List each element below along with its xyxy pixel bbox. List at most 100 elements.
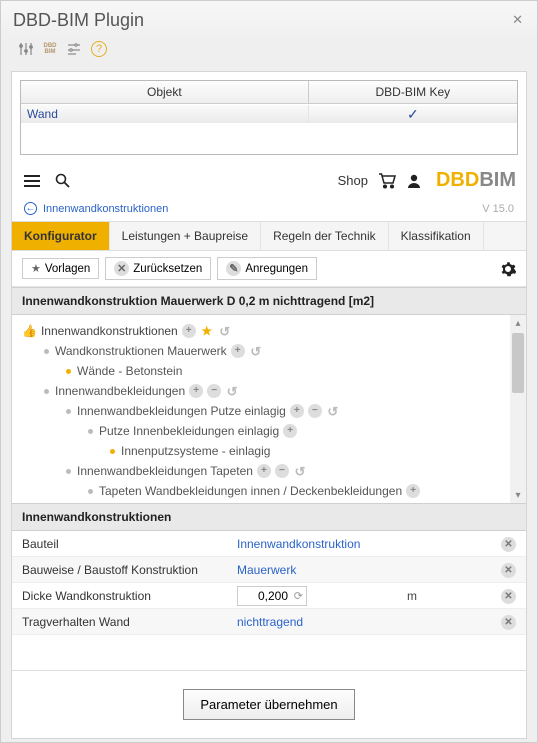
delete-icon[interactable]: ✕ — [501, 563, 516, 578]
param-value[interactable]: Mauerwerk — [237, 563, 407, 577]
tree-label: Tapeten Wandbekleidungen innen / Deckenb… — [99, 484, 402, 498]
bullet-icon — [44, 389, 49, 394]
mapping-header-objekt[interactable]: Objekt — [21, 81, 309, 104]
scroll-down-icon[interactable]: ▾ — [510, 487, 526, 503]
bullet-icon — [88, 489, 93, 494]
scrollbar[interactable]: ▴ ▾ — [510, 315, 526, 503]
minus-icon[interactable]: − — [207, 384, 221, 398]
scroll-up-icon[interactable]: ▴ — [510, 315, 526, 331]
footer: Parameter übernehmen — [12, 670, 526, 738]
tab-leistungen[interactable]: Leistungen + Baupreise — [110, 222, 261, 250]
tree-label: Wände - Betonstein — [77, 364, 182, 378]
shop-link[interactable]: Shop — [338, 173, 368, 188]
tab-klassifikation[interactable]: Klassifikation — [389, 222, 484, 250]
thumb-up-icon: 👍 — [22, 324, 37, 338]
tree-label: Innenwandkonstruktionen — [41, 324, 178, 338]
mapping-row[interactable]: Wand ✓ — [21, 104, 517, 124]
vorlagen-label: Vorlagen — [45, 263, 90, 275]
help-icon[interactable]: ? — [91, 41, 107, 57]
minus-icon[interactable]: − — [308, 404, 322, 418]
reset-icon: ✕ — [114, 261, 129, 276]
history-icon[interactable]: ↺ — [326, 404, 340, 418]
plus-icon[interactable]: + — [182, 324, 196, 338]
star-icon: ★ — [31, 262, 41, 275]
tree[interactable]: 👍 Innenwandkonstruktionen + ★ ↺ Wandkons… — [12, 315, 526, 503]
delete-icon[interactable]: ✕ — [501, 537, 516, 552]
tree-node[interactable]: Tapeten Wandbekleidungen innen / Deckenb… — [88, 481, 522, 501]
param-label: Bauweise / Baustoff Konstruktion — [22, 563, 237, 577]
param-label: Tragverhalten Wand — [22, 615, 237, 629]
plus-icon[interactable]: + — [257, 464, 271, 478]
breadcrumb-back[interactable]: ← Innenwandkonstruktionen — [24, 202, 168, 215]
cart-icon[interactable] — [378, 173, 396, 189]
zuruecksetzen-button[interactable]: ✕Zurücksetzen — [105, 257, 211, 280]
mapping-blank-row — [21, 124, 517, 154]
anregungen-label: Anregungen — [245, 263, 308, 275]
apply-button[interactable]: Parameter übernehmen — [183, 689, 354, 720]
tree-node[interactable]: Wände - Betonstein — [66, 361, 522, 381]
param-value[interactable]: Innenwandkonstruktion — [237, 537, 407, 551]
plus-icon[interactable]: + — [283, 424, 297, 438]
param-unit: m — [407, 589, 437, 603]
scroll-thumb[interactable] — [512, 333, 524, 393]
mapping-cell-key: ✓ — [309, 106, 517, 123]
titlebar: DBD-BIM Plugin ✕ — [1, 1, 537, 37]
tree-node[interactable]: Innenwandbekleidungen Putze einlagig + −… — [66, 401, 522, 421]
tree-label: Putze Innenbekleidungen einlagig — [99, 424, 279, 438]
plus-icon[interactable]: + — [189, 384, 203, 398]
params-header: Innenwandkonstruktionen — [12, 503, 526, 531]
tree-node[interactable]: Innenputzsysteme - einlagig — [110, 441, 522, 461]
sliders-icon[interactable] — [15, 39, 37, 59]
mapping-header-key[interactable]: DBD-BIM Key — [309, 81, 517, 104]
param-value[interactable]: nichttragend — [237, 615, 407, 629]
plugin-window: DBD-BIM Plugin ✕ DBDBIM ? Objekt DBD-BIM… — [0, 0, 538, 743]
history-icon[interactable]: ↺ — [249, 344, 263, 358]
tree-node[interactable]: Innenwandbekleidungen + − ↺ — [44, 381, 522, 401]
mapping-table: Objekt DBD-BIM Key Wand ✓ — [20, 80, 518, 155]
feedback-icon: ✎ — [226, 261, 241, 276]
history-icon[interactable]: ↺ — [218, 324, 232, 338]
delete-icon[interactable]: ✕ — [501, 615, 516, 630]
tree-label: Wandkonstruktionen Mauerwerk — [55, 344, 227, 358]
star-icon[interactable]: ★ — [200, 324, 214, 338]
tab-regeln[interactable]: Regeln der Technik — [261, 222, 389, 250]
search-icon[interactable] — [52, 171, 72, 191]
plus-icon[interactable]: + — [406, 484, 420, 498]
tree-node[interactable]: Innenwandbekleidungen Tapeten + − ↺ — [66, 461, 522, 481]
anregungen-button[interactable]: ✎ Anregungen — [217, 257, 317, 280]
history-icon[interactable]: ↺ — [225, 384, 239, 398]
param-row-bauteil: Bauteil Innenwandkonstruktion ✕ — [12, 531, 526, 557]
tree-label: Innenwandbekleidungen Putze einlagig — [77, 404, 286, 418]
param-label: Dicke Wandkonstruktion — [22, 589, 237, 603]
minus-icon[interactable]: − — [275, 464, 289, 478]
tabs: Konfigurator Leistungen + Baupreise Rege… — [12, 221, 526, 251]
plus-icon[interactable]: + — [290, 404, 304, 418]
history-icon[interactable]: ↺ — [293, 464, 307, 478]
close-icon[interactable]: ✕ — [508, 10, 527, 30]
plus-icon[interactable]: + — [231, 344, 245, 358]
dbdbim-icon[interactable]: DBDBIM — [39, 39, 61, 59]
param-label: Bauteil — [22, 537, 237, 551]
tree-area: 👍 Innenwandkonstruktionen + ★ ↺ Wandkons… — [12, 315, 526, 503]
tab-konfigurator[interactable]: Konfigurator — [12, 222, 110, 250]
user-icon[interactable] — [406, 173, 422, 189]
bullet-gold-icon — [66, 369, 71, 374]
breadcrumb-label: Innenwandkonstruktionen — [43, 203, 168, 215]
bullet-icon — [66, 409, 71, 414]
gear-icon[interactable] — [500, 261, 516, 277]
tree-node[interactable]: Putze Innenbekleidungen einlagig + — [88, 421, 522, 441]
app-topbar: Shop DBDBIM — [12, 163, 526, 198]
tree-node-root[interactable]: 👍 Innenwandkonstruktionen + ★ ↺ — [22, 321, 522, 341]
breadcrumb: ← Innenwandkonstruktionen V 15.0 — [12, 198, 526, 221]
delete-icon[interactable]: ✕ — [501, 589, 516, 604]
mapping-cell-objekt: Wand — [21, 105, 309, 123]
bullet-icon — [66, 469, 71, 474]
tree-node[interactable]: Wandkonstruktionen Mauerwerk + ↺ — [44, 341, 522, 361]
vorlagen-button[interactable]: ★ Vorlagen — [22, 258, 99, 279]
tree-label: Innenwandbekleidungen Tapeten — [77, 464, 253, 478]
settings-sliders-icon[interactable] — [63, 39, 85, 59]
menu-icon[interactable] — [22, 171, 42, 191]
spec-title: Innenwandkonstruktion Mauerwerk D 0,2 m … — [12, 287, 526, 315]
param-row-tragverhalten: Tragverhalten Wand nichttragend ✕ — [12, 609, 526, 635]
thickness-input[interactable] — [237, 586, 307, 606]
